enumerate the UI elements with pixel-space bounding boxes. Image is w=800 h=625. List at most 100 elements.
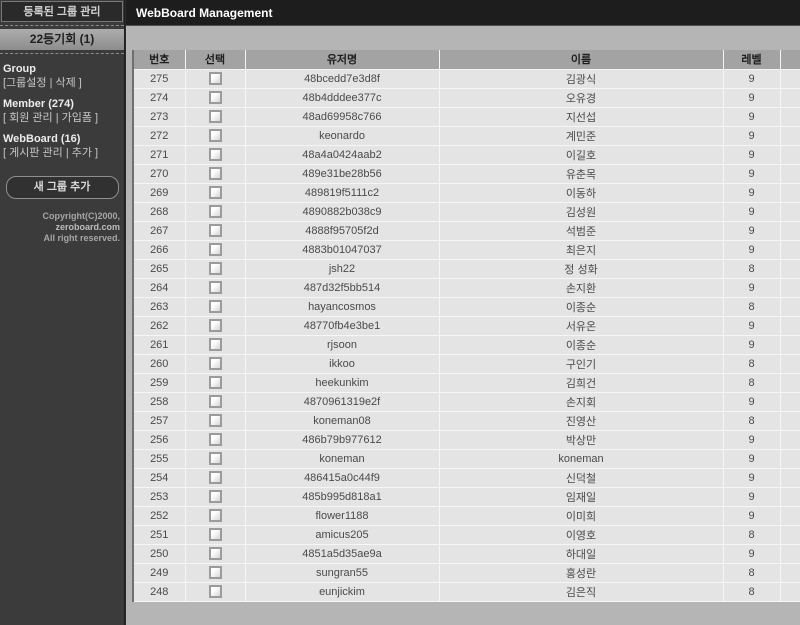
table-row: 269 489819f5111c2 이동하 9 [133, 183, 800, 203]
row-name: 유춘목 [439, 164, 724, 184]
row-select-cell [185, 88, 246, 108]
new-group-button[interactable]: 새 그룹 추가 [5, 176, 119, 199]
row-select-cell [185, 544, 246, 564]
row-level: 9 [723, 202, 781, 222]
row-cutoff-cell [780, 183, 800, 203]
row-checkbox[interactable] [208, 395, 222, 408]
row-name: 김광식 [439, 69, 724, 89]
row-checkbox[interactable] [208, 414, 222, 427]
row-checkbox[interactable] [208, 148, 222, 161]
row-name: 계민준 [439, 126, 724, 146]
row-username: 4851a5d35ae9a [245, 544, 440, 564]
column-header-level: 레벨 [723, 50, 781, 70]
row-checkbox[interactable] [208, 357, 222, 370]
row-name: 오유경 [439, 88, 724, 108]
row-number: 259 [133, 373, 186, 393]
dashed-divider [0, 53, 124, 54]
row-username: 48b4dddee377c [245, 88, 440, 108]
copyright-line2: All right reserved. [43, 233, 120, 243]
row-select-cell [185, 487, 246, 507]
row-checkbox[interactable] [208, 338, 222, 351]
row-checkbox[interactable] [208, 281, 222, 294]
row-name: 신덕철 [439, 468, 724, 488]
row-name: 진영산 [439, 411, 724, 431]
row-number: 268 [133, 202, 186, 222]
row-name: 구인기 [439, 354, 724, 374]
copyright: Copyright(C)2000, zeroboard.com All righ… [0, 211, 124, 244]
row-name: 손지회 [439, 392, 724, 412]
row-level: 8 [723, 411, 781, 431]
row-number: 267 [133, 221, 186, 241]
row-cutoff-cell [780, 221, 800, 241]
row-username: sungran55 [245, 563, 440, 583]
sidebar: 등록된 그룹 관리 22등기회 (1) Group [그룹설정 | 삭제 ] M… [0, 0, 125, 625]
row-checkbox[interactable] [208, 509, 222, 522]
row-username: 48770fb4e3be1 [245, 316, 440, 336]
row-level: 9 [723, 126, 781, 146]
row-level: 9 [723, 183, 781, 203]
row-select-cell [185, 202, 246, 222]
row-checkbox[interactable] [208, 167, 222, 180]
row-checkbox[interactable] [208, 471, 222, 484]
section-title-group: Group [3, 63, 36, 75]
row-select-cell [185, 468, 246, 488]
row-cutoff-cell [780, 373, 800, 393]
row-username: 4883b01047037 [245, 240, 440, 260]
row-checkbox[interactable] [208, 72, 222, 85]
row-name: 최은지 [439, 240, 724, 260]
table-row: 270 489e31be28b56 유춘목 9 [133, 164, 800, 184]
row-checkbox[interactable] [208, 319, 222, 332]
row-checkbox[interactable] [208, 262, 222, 275]
row-checkbox[interactable] [208, 585, 222, 598]
row-checkbox[interactable] [208, 528, 222, 541]
row-number: 260 [133, 354, 186, 374]
row-number: 250 [133, 544, 186, 564]
section-links-member[interactable]: [ 회원 관리 | 가입폼 ] [3, 111, 121, 125]
row-checkbox[interactable] [208, 186, 222, 199]
row-checkbox[interactable] [208, 547, 222, 560]
row-level: 9 [723, 278, 781, 298]
row-number: 256 [133, 430, 186, 450]
section-links-webboard[interactable]: [ 게시판 관리 | 추가 ] [3, 146, 121, 160]
row-username: hayancosmos [245, 297, 440, 317]
row-level: 9 [723, 544, 781, 564]
table-row: 275 48bcedd7e3d8f 김광식 9 [133, 69, 800, 89]
row-number: 269 [133, 183, 186, 203]
row-checkbox[interactable] [208, 205, 222, 218]
row-checkbox[interactable] [208, 452, 222, 465]
row-cutoff-cell [780, 582, 800, 602]
row-cutoff-cell [780, 202, 800, 222]
row-name: 김은직 [439, 582, 724, 602]
table-row: 251 amicus205 이영호 8 [133, 525, 800, 545]
table-row: 274 48b4dddee377c 오유경 9 [133, 88, 800, 108]
row-checkbox[interactable] [208, 243, 222, 256]
main-content: WebBoard Management 번호 선택 유저명 이름 레벨 275 4… [125, 0, 800, 625]
row-username: 4890882b038c9 [245, 202, 440, 222]
row-checkbox[interactable] [208, 566, 222, 579]
row-checkbox[interactable] [208, 110, 222, 123]
row-level: 9 [723, 164, 781, 184]
copyright-brand: zeroboard.com [55, 222, 120, 232]
row-name: 이길호 [439, 145, 724, 165]
row-select-cell [185, 449, 246, 469]
row-checkbox[interactable] [208, 376, 222, 389]
row-select-cell [185, 430, 246, 450]
row-checkbox[interactable] [208, 224, 222, 237]
section-links-group[interactable]: [그룹설정 | 삭제 ] [3, 76, 121, 90]
table-row: 253 485b995d818a1 임재일 9 [133, 487, 800, 507]
table-row: 272 keonardo 계민준 9 [133, 126, 800, 146]
row-checkbox[interactable] [208, 129, 222, 142]
row-checkbox[interactable] [208, 490, 222, 503]
screen: { "colors": { "titlebar_bg": "#1d1d1d", … [0, 0, 800, 625]
row-number: 251 [133, 525, 186, 545]
member-table: 번호 선택 유저명 이름 레벨 275 48bcedd7e3d8f 김광식 9 274 4… [132, 50, 800, 602]
table-row: 257 koneman08 진영산 8 [133, 411, 800, 431]
row-checkbox[interactable] [208, 300, 222, 313]
row-checkbox[interactable] [208, 433, 222, 446]
table-row: 254 486415a0c44f9 신덕철 9 [133, 468, 800, 488]
row-name: 정 성화 [439, 259, 724, 279]
row-name: 임재일 [439, 487, 724, 507]
row-name: 김희건 [439, 373, 724, 393]
current-group-title[interactable]: 22등기회 (1) [0, 29, 124, 50]
row-checkbox[interactable] [208, 91, 222, 104]
